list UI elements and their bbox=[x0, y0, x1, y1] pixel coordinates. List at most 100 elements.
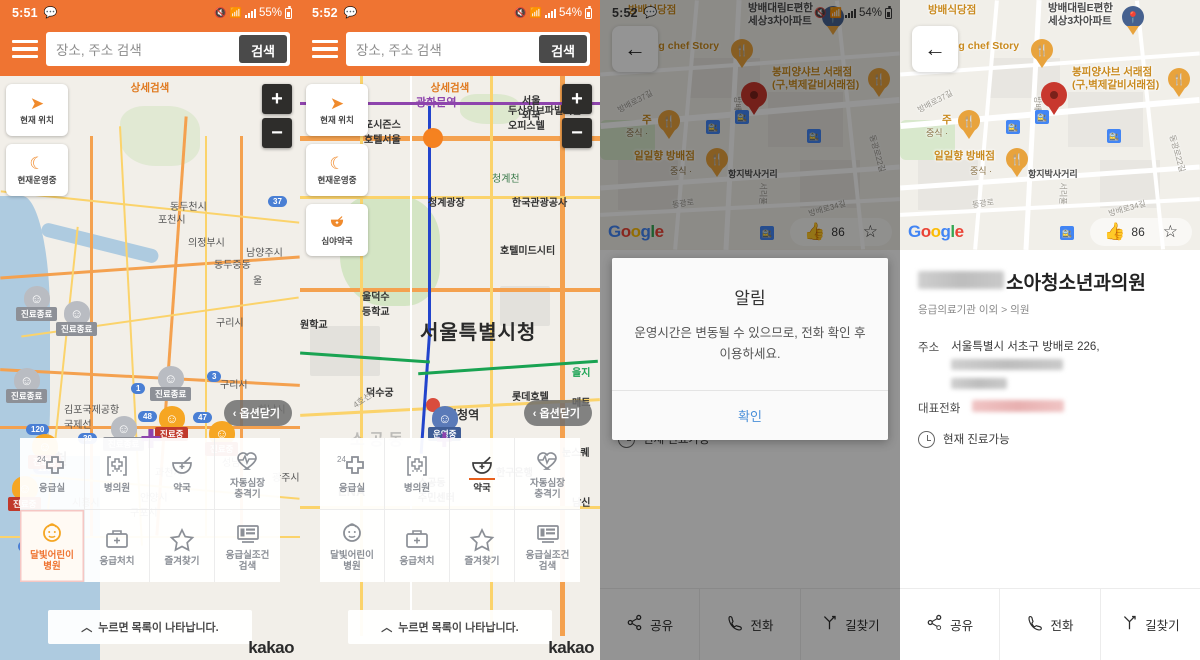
map-marker-closed[interactable]: ☺ 진료종료 bbox=[56, 301, 98, 336]
detail-header: 소아청소년과의원 응급의료기관 이외 > 의원 bbox=[900, 250, 1200, 323]
search-input[interactable]: 장소, 주소 검색 검색 bbox=[46, 32, 290, 66]
zoom-in-button[interactable]: + bbox=[262, 84, 292, 114]
map-pin-selected[interactable] bbox=[1041, 82, 1067, 108]
transit-icon[interactable]: 🚉 bbox=[1060, 226, 1074, 240]
category-emergency-room[interactable]: 24 응급실 bbox=[320, 438, 385, 510]
map-pin-restaurant[interactable]: 🍴 bbox=[1006, 148, 1028, 170]
dialog-confirm-button[interactable]: 확인 bbox=[612, 391, 888, 440]
navigation-arrow-icon: ➤ bbox=[329, 93, 345, 113]
show-list-hint[interactable]: ︿ 누르면 목록이 나타납니다. bbox=[348, 610, 552, 644]
favorite-button[interactable]: ☆ bbox=[1163, 222, 1178, 242]
transit-icon[interactable]: 🚉 bbox=[807, 129, 821, 143]
category-first-aid[interactable]: 응급처치 bbox=[85, 510, 150, 582]
category-aed[interactable]: 자동심장 충격기 bbox=[215, 438, 280, 510]
category-moonlight-children-hospital[interactable]: 달빛어린이 병원 bbox=[20, 510, 85, 582]
redacted-phone bbox=[972, 399, 1065, 412]
search-button[interactable]: 검색 bbox=[539, 35, 587, 63]
wifi-icon: 📶 bbox=[829, 7, 842, 19]
like-button[interactable]: 👍 86 bbox=[1104, 222, 1145, 242]
current-location-button[interactable]: ➤ 현재 위치 bbox=[6, 84, 68, 136]
map-pin-restaurant[interactable]: 🍴 bbox=[1031, 39, 1053, 61]
phone-action[interactable]: 전화 bbox=[700, 589, 801, 660]
marker-status: 진료종료 bbox=[56, 322, 98, 336]
current-location-button[interactable]: ➤ 현재 위치 bbox=[306, 84, 368, 136]
phone-label: 전화 bbox=[1050, 619, 1074, 633]
category-favorites[interactable]: 즐겨찾기 bbox=[450, 510, 515, 582]
close-options-button[interactable]: ‹ 옵션닫기 bbox=[523, 400, 592, 426]
phone-action[interactable]: 전화 bbox=[1000, 589, 1101, 660]
map-label-cityhall: 서울특별시청 bbox=[420, 322, 537, 344]
place-icon: 📍 bbox=[1122, 6, 1144, 28]
category-pharmacy[interactable]: 약국 bbox=[150, 438, 215, 510]
close-options-button[interactable]: ‹ 옵션닫기 bbox=[223, 400, 292, 426]
category-pharmacy[interactable]: 약국 bbox=[450, 438, 515, 510]
category-label: 달빛어린이 병원 bbox=[30, 550, 74, 572]
map-label: 동두중동 bbox=[214, 260, 251, 271]
map-pin-place[interactable]: 📍 bbox=[1122, 6, 1144, 28]
search-input[interactable]: 장소, 주소 검색 검색 bbox=[346, 32, 590, 66]
search-button[interactable]: 검색 bbox=[239, 35, 287, 63]
directions-action[interactable]: 길찾기 bbox=[801, 589, 900, 660]
show-list-label: 누르면 목록이 나타납니다. bbox=[398, 622, 519, 634]
map-pin-restaurant[interactable]: 🍴 bbox=[1168, 68, 1190, 90]
category-clinic[interactable]: 병의원 bbox=[385, 438, 450, 510]
favorite-button[interactable]: ☆ bbox=[863, 222, 878, 242]
map-pin-restaurant[interactable]: 🍴 bbox=[868, 68, 890, 90]
zoom-in-button[interactable]: + bbox=[562, 84, 592, 114]
category-aed[interactable]: 자동심장 충격기 bbox=[515, 438, 580, 510]
back-button[interactable]: ← bbox=[612, 26, 658, 72]
map-left-controls: ➤ 현재 위치 ☾ 현재운영중 심야약국 bbox=[306, 84, 368, 256]
night-pharmacy-filter-button[interactable]: 심야약국 bbox=[306, 204, 368, 256]
fork-knife-icon: 🍴 bbox=[658, 110, 680, 132]
map-marker-closed[interactable]: ☺ 진료종료 bbox=[6, 368, 48, 403]
category-first-aid[interactable]: 응급처치 bbox=[385, 510, 450, 582]
back-button[interactable]: ← bbox=[912, 26, 958, 72]
transit-icon[interactable]: 🚉 bbox=[706, 120, 720, 134]
like-button[interactable]: 👍 86 bbox=[804, 222, 845, 242]
close-options-label: 옵션닫기 bbox=[239, 408, 280, 420]
category-er-condition-search[interactable]: 응급실조건 검색 bbox=[515, 510, 580, 582]
share-icon bbox=[626, 614, 643, 636]
show-list-hint[interactable]: ︿ 누르면 목록이 나타납니다. bbox=[48, 610, 252, 644]
category-er-condition-search[interactable]: 응급실조건 검색 bbox=[215, 510, 280, 582]
share-action[interactable]: 공유 bbox=[600, 589, 701, 660]
category-moonlight-children-hospital[interactable]: 달빛어린이 병원 bbox=[320, 510, 385, 582]
fork-knife-icon: 🍴 bbox=[958, 110, 980, 132]
status-time: 5:51 bbox=[12, 6, 38, 20]
category-favorites[interactable]: 즐겨찾기 bbox=[150, 510, 215, 582]
map-marker-closed[interactable]: ☺ 진료종료 bbox=[150, 366, 192, 401]
google-map-area[interactable]: ← 방배식당점 방배대림E편한 세상3차아파트 ng chef Story 봉피양… bbox=[600, 0, 900, 250]
mute-icon: 🔇 bbox=[814, 7, 827, 19]
category-emergency-room[interactable]: 24 응급실 bbox=[20, 438, 85, 510]
zoom-out-button[interactable]: − bbox=[262, 118, 292, 148]
transit-icon[interactable]: 🚉 bbox=[1107, 129, 1121, 143]
map-marker-closed[interactable]: ☺ 진료종료 bbox=[16, 286, 58, 321]
map-pin-restaurant[interactable]: 🍴 bbox=[706, 148, 728, 170]
currently-open-filter-button[interactable]: ☾ 현재운영중 bbox=[306, 144, 368, 196]
map-pin-restaurant[interactable]: 🍴 bbox=[731, 39, 753, 61]
signal-bars-icon bbox=[844, 8, 856, 18]
detail-search-link[interactable]: 상세검색 bbox=[131, 80, 170, 95]
heart-pulse-icon bbox=[533, 447, 563, 475]
directions-action[interactable]: 길찾기 bbox=[1101, 589, 1200, 660]
marker-status: 진료종료 bbox=[150, 387, 192, 401]
zoom-out-button[interactable]: − bbox=[562, 118, 592, 148]
category-clinic[interactable]: 병의원 bbox=[85, 438, 150, 510]
currently-open-filter-button[interactable]: ☾ 현재운영중 bbox=[6, 144, 68, 196]
menu-hamburger-icon[interactable] bbox=[12, 39, 38, 59]
google-map-area[interactable]: ← 방배식당점 방배대림E편한 세상3차아파트 ng chef Story 봉피양… bbox=[900, 0, 1200, 250]
transit-icon[interactable]: 🚉 bbox=[760, 226, 774, 240]
map-pin-restaurant[interactable]: 🍴 bbox=[958, 110, 980, 132]
category-grid: 24 응급실 병의원 약국 자동심장 충격기 달빛어린이 병원 응급처치 즐겨찾… bbox=[20, 438, 280, 582]
status-icons: 🔇 📶 55% bbox=[214, 6, 292, 19]
detail-search-link[interactable]: 상세검색 bbox=[431, 80, 470, 95]
transit-icon[interactable]: 🚉 bbox=[1006, 120, 1020, 134]
highway-shield: 37 bbox=[268, 196, 287, 207]
map-pin-restaurant[interactable]: 🍴 bbox=[658, 110, 680, 132]
mortar-pharmacy-icon bbox=[167, 452, 197, 480]
menu-hamburger-icon[interactable] bbox=[312, 39, 338, 59]
share-action[interactable]: 공유 bbox=[900, 589, 1001, 660]
map-pin-selected[interactable] bbox=[741, 82, 767, 108]
poi-label: ng chef Story bbox=[952, 40, 1020, 52]
phone-icon bbox=[1026, 614, 1043, 636]
